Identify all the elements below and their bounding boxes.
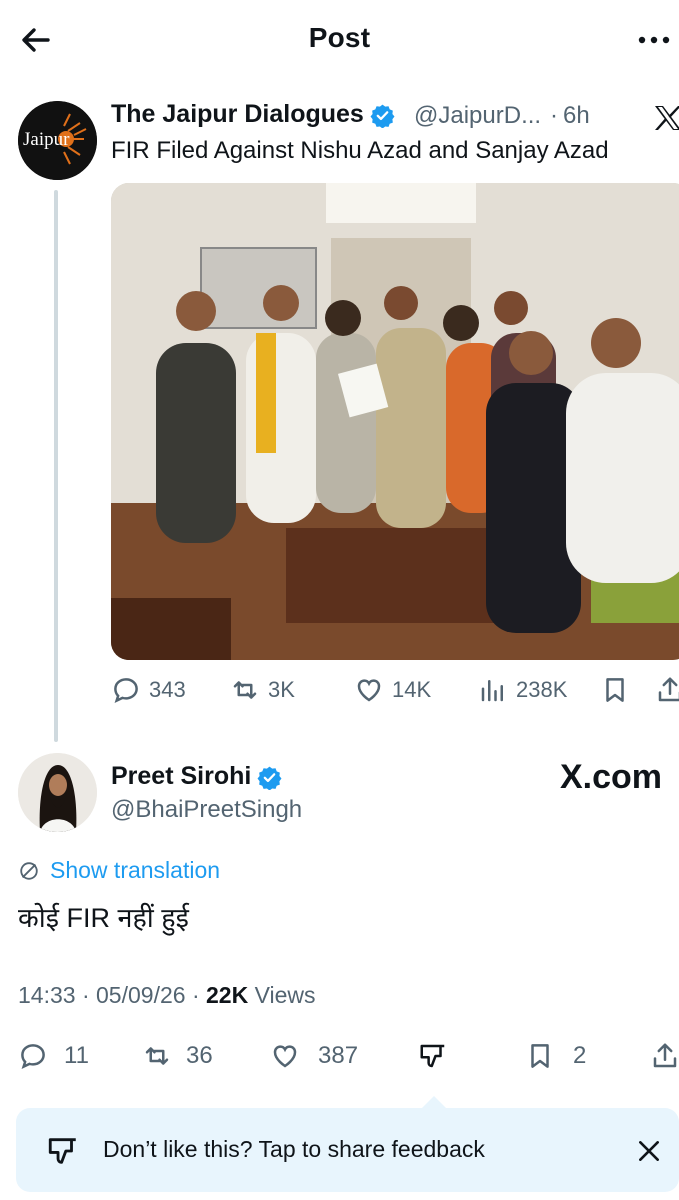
view-count: 238K xyxy=(516,677,568,702)
show-translation-label: Show translation xyxy=(50,857,221,883)
reply-count: 343 xyxy=(149,677,186,702)
analytics-icon xyxy=(481,680,503,702)
views-button[interactable]: 238K xyxy=(478,670,567,710)
page-title: Post xyxy=(308,22,371,53)
separator-dot: · xyxy=(550,102,558,129)
show-translation-link[interactable]: Show translation xyxy=(18,857,220,884)
verified-badge-icon xyxy=(257,766,282,790)
quoted-post-text: FIR Filed Against Nishu Azad and Sanjay … xyxy=(111,137,609,164)
author-name-text: Preet Sirohi xyxy=(111,762,252,790)
heart-icon xyxy=(273,1045,297,1068)
author-name-text: The Jaipur Dialogues xyxy=(111,100,364,128)
post-time: 14:33 xyxy=(18,982,76,1008)
quoted-author-handle[interactable]: @JaipurD... xyxy=(414,102,541,130)
x-logo-icon xyxy=(655,106,679,130)
top-bar: Post xyxy=(0,0,679,80)
verified-badge-icon xyxy=(370,104,395,128)
close-icon[interactable] xyxy=(636,1138,662,1164)
feedback-banner[interactable]: Don’t like this? Tap to share feedback xyxy=(16,1108,679,1192)
preet-sirohi-avatar[interactable] xyxy=(18,753,97,832)
dislike-button[interactable] xyxy=(418,1036,456,1076)
post-time: 6h xyxy=(563,102,590,129)
thread-connector-line xyxy=(54,190,58,742)
meta-separator: · xyxy=(81,982,90,1008)
x-com-watermark: X.com xyxy=(560,758,663,796)
post-photo[interactable] xyxy=(111,183,679,660)
reply-button[interactable]: 343 xyxy=(111,670,186,710)
meta-separator: · xyxy=(191,982,200,1008)
like-button[interactable]: 14K xyxy=(354,670,431,710)
repost-icon xyxy=(233,681,257,699)
reply-icon xyxy=(21,1044,45,1069)
share-icon xyxy=(653,1043,677,1068)
repost-count: 3K xyxy=(268,677,295,702)
reply-author-name[interactable]: Preet Sirohi xyxy=(111,762,282,791)
heart-icon xyxy=(357,679,381,702)
translate-icon xyxy=(20,861,38,880)
avatar-logo-text: Jaipur xyxy=(23,129,70,150)
post-date: 05/09/26 xyxy=(96,982,186,1008)
bookmark-icon xyxy=(531,1044,549,1068)
views-label: Views xyxy=(254,982,316,1008)
thumbs-down-icon xyxy=(420,1044,445,1068)
quoted-post-actions: 343 3K 14K 238K xyxy=(0,670,679,710)
feedback-banner-text: Don’t like this? Tap to share feedback xyxy=(103,1136,485,1162)
share-button[interactable] xyxy=(650,1036,679,1076)
more-options-icon[interactable] xyxy=(636,30,676,50)
thumbs-down-icon xyxy=(48,1138,76,1164)
share-button[interactable] xyxy=(655,670,679,710)
bookmark-icon xyxy=(606,678,624,702)
like-button[interactable]: 387 xyxy=(270,1036,358,1076)
reply-post-actions: 11 36 387 2 xyxy=(0,1036,679,1076)
repost-button[interactable]: 3K xyxy=(230,670,295,710)
reply-icon xyxy=(114,678,138,703)
repost-button[interactable]: 36 xyxy=(142,1036,213,1076)
repost-count: 36 xyxy=(186,1042,213,1069)
quoted-author-name[interactable]: The Jaipur Dialogues xyxy=(111,100,395,129)
reply-count: 11 xyxy=(64,1042,89,1069)
repost-icon xyxy=(145,1047,169,1065)
share-icon xyxy=(658,677,679,702)
banner-pointer xyxy=(422,1096,446,1108)
jaipur-dialogues-avatar[interactable]: Jaipur xyxy=(18,101,97,180)
post-metadata: 14:33 · 05/09/26 · 22K Views xyxy=(18,982,316,1009)
bookmark-button[interactable] xyxy=(600,670,638,710)
reply-post-text: कोई FIR नहीं हुई xyxy=(18,903,189,933)
like-count: 387 xyxy=(318,1042,359,1069)
like-count: 14K xyxy=(392,677,432,702)
reply-author-handle[interactable]: @BhaiPreetSingh xyxy=(111,796,302,824)
views-count[interactable]: 22K xyxy=(206,982,248,1008)
bookmark-button[interactable]: 2 xyxy=(525,1036,586,1076)
bookmark-count: 2 xyxy=(573,1042,587,1069)
reply-button[interactable]: 11 xyxy=(18,1036,89,1076)
